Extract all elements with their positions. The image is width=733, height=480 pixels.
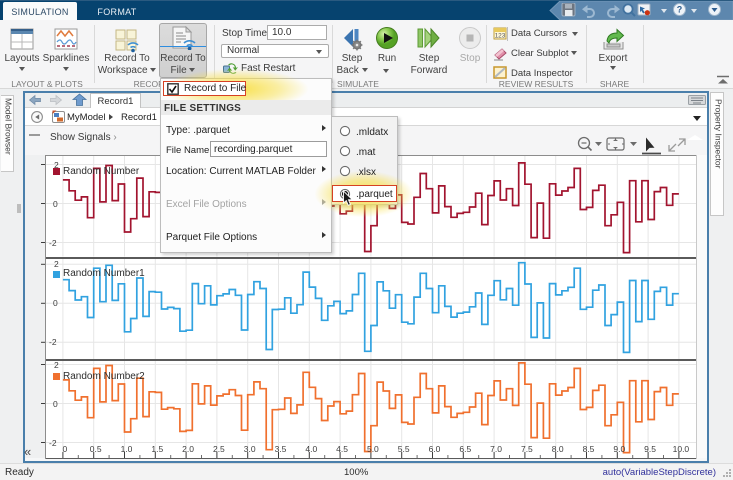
svg-text:?: ? xyxy=(677,5,683,15)
svg-text:123: 123 xyxy=(495,33,506,40)
